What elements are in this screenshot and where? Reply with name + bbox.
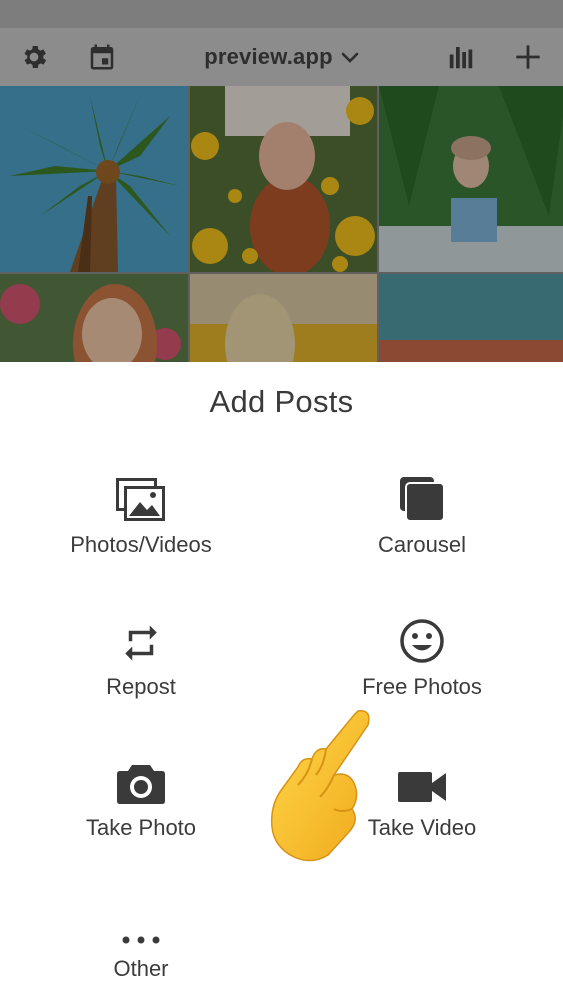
option-label: Take Photo bbox=[85, 815, 197, 840]
account-name: preview.app bbox=[204, 44, 333, 69]
post-grid bbox=[0, 86, 563, 364]
option-label: Other bbox=[113, 956, 169, 981]
option-label: Repost bbox=[106, 674, 176, 699]
analytics-button[interactable] bbox=[442, 38, 480, 76]
grid-tile-blonde-hair[interactable] bbox=[190, 274, 377, 364]
camera-icon bbox=[117, 765, 165, 804]
add-posts-sheet: Add Posts Photos/Videos Carousel Repost … bbox=[0, 362, 563, 1000]
grid-tile-sunflowers[interactable] bbox=[190, 86, 377, 272]
smiley-icon bbox=[400, 619, 444, 663]
option-other[interactable]: Other bbox=[31, 894, 251, 1000]
more-dots-icon bbox=[122, 936, 160, 944]
plus-icon bbox=[516, 45, 540, 69]
option-label: Carousel bbox=[377, 532, 467, 557]
sheet-title: Add Posts bbox=[209, 384, 354, 419]
photos-icon bbox=[116, 478, 165, 521]
schedule-button[interactable] bbox=[83, 38, 121, 76]
video-camera-icon bbox=[398, 772, 446, 802]
option-label: Free Photos bbox=[362, 674, 482, 699]
grid-tile-pool-palms[interactable] bbox=[379, 86, 563, 272]
option-carousel[interactable]: Carousel bbox=[312, 470, 532, 580]
grid-tile-smiling-woman[interactable] bbox=[0, 274, 188, 364]
bar-chart-icon bbox=[449, 47, 473, 69]
settings-button[interactable] bbox=[15, 38, 53, 76]
repost-icon bbox=[125, 625, 157, 661]
grid-tile-palm-tree[interactable] bbox=[0, 86, 188, 272]
option-free-photos[interactable]: Free Photos bbox=[312, 612, 532, 722]
calendar-icon bbox=[90, 44, 114, 70]
top-bar: preview.app bbox=[0, 28, 563, 86]
grid-tile-water-flowers[interactable] bbox=[379, 274, 563, 364]
option-take-photo[interactable]: Take Photo bbox=[31, 753, 251, 863]
add-button[interactable] bbox=[509, 38, 547, 76]
option-label: Take Video bbox=[367, 815, 477, 840]
option-label: Photos/Videos bbox=[70, 532, 212, 557]
chevron-down-icon bbox=[341, 44, 359, 70]
gear-icon bbox=[24, 46, 47, 68]
status-strip bbox=[0, 0, 563, 28]
carousel-icon bbox=[400, 477, 445, 522]
option-photos-videos[interactable]: Photos/Videos bbox=[31, 470, 251, 580]
option-repost[interactable]: Repost bbox=[31, 612, 251, 722]
option-take-video[interactable]: Take Video bbox=[312, 753, 532, 863]
